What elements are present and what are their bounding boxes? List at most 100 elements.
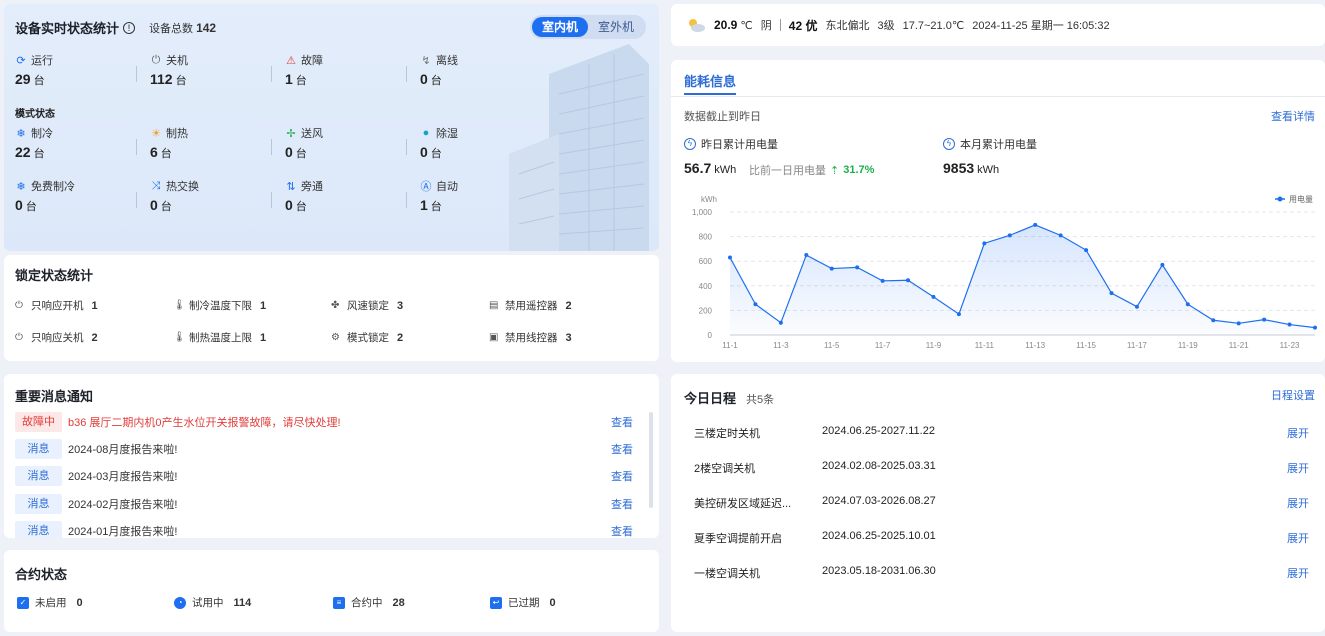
message-text: 2024-08月度报告来啦!	[68, 444, 178, 456]
stat-fault[interactable]: ⚠ 故障 1台	[271, 52, 405, 88]
device-total-value: 142	[196, 20, 217, 35]
contract-item[interactable]: ≡ 合约中 28	[333, 595, 405, 610]
message-row[interactable]: 消息 2024-08月度报告来啦! 查看	[15, 438, 649, 460]
lock-item[interactable]: ⏻ 只响应关机 2	[15, 330, 98, 345]
stat-label: 故障	[301, 55, 323, 67]
mode-heat[interactable]: ☀ 制热 6台	[136, 125, 270, 161]
kpi-month: ϟ 本月累计用电量	[943, 136, 1037, 152]
weather-temp-unit: ℃	[740, 20, 753, 32]
lock-item[interactable]: ⚙ 模式锁定 2	[331, 330, 403, 345]
view-link[interactable]: 查看	[611, 414, 633, 430]
tab-indicator	[684, 93, 736, 95]
view-details-link[interactable]: 查看详情	[1271, 108, 1315, 124]
tab-energy[interactable]: 能耗信息	[684, 71, 736, 90]
mode-bypass[interactable]: ⇅ 旁通 0台	[271, 178, 405, 214]
tab-indoor[interactable]: 室内机	[531, 17, 588, 37]
energy-line-chart: 0 200 400 600 800 1,000 kWh 用电量 11-1 11-3 11-5 11-7…	[692, 194, 1317, 350]
expand-button[interactable]: 展开	[1287, 530, 1309, 546]
contract-value: 28	[392, 596, 405, 609]
running-icon: ⟳	[16, 54, 26, 67]
mode-auto[interactable]: Ⓐ 自动 1台	[406, 178, 540, 214]
expand-button[interactable]: 展开	[1287, 495, 1309, 511]
stat-value: 112	[150, 71, 173, 87]
lock-title: 锁定状态统计	[15, 268, 94, 283]
mode-unit: 台	[33, 148, 45, 160]
status-badge: 消息	[15, 466, 62, 486]
expand-button[interactable]: 展开	[1287, 460, 1309, 476]
contract-item[interactable]: ◔ 试用中 114	[174, 595, 251, 610]
data-point	[1033, 222, 1038, 227]
legend-marker	[1277, 196, 1283, 202]
message-row[interactable]: 消息 2024-03月度报告来啦! 查看	[15, 465, 649, 487]
y-tick-label: 1,000	[692, 208, 713, 217]
mode-label: 制热	[166, 128, 188, 140]
message-row[interactable]: 故障中 b36 展厅二期内机0产生水位开关报警故障，请尽快处理! 查看	[15, 411, 649, 433]
mode-heat-exchange[interactable]: ⤨ 热交换 0台	[136, 178, 270, 214]
timer-icon: ◔	[174, 596, 186, 609]
contract-item[interactable]: ↩ 已过期 0	[490, 595, 556, 610]
weather-wind: 东北偏北	[825, 20, 870, 32]
lock-item[interactable]: ⏻ 只响应开机 1	[15, 298, 98, 313]
stat-label: 关机	[166, 55, 188, 67]
mode-dehumidify[interactable]: ● 除湿 0台	[406, 125, 540, 161]
lock-item[interactable]: ▣ 禁用线控器 3	[489, 330, 572, 345]
legend-label: 用电量	[1289, 194, 1313, 204]
mode-value: 0	[150, 197, 158, 213]
mode-label: 自动	[436, 181, 458, 193]
tab-outdoor[interactable]: 室外机	[588, 17, 644, 37]
mode-unit: 台	[160, 148, 172, 160]
message-row[interactable]: 消息 2024-01月度报告来啦! 查看	[15, 520, 649, 538]
contract-label: 试用中	[192, 597, 224, 609]
messages-card: 重要消息通知 故障中 b36 展厅二期内机0产生水位开关报警故障，请尽快处理! 查看…	[4, 374, 659, 538]
expand-button[interactable]: 展开	[1287, 565, 1309, 581]
x-tick-label: 11-7	[875, 341, 891, 350]
stat-offline[interactable]: ↯ 离线 0台	[406, 52, 540, 88]
view-link[interactable]: 查看	[611, 523, 633, 538]
divider	[671, 96, 1325, 97]
info-icon[interactable]: !	[123, 21, 136, 34]
stat-unit: 台	[175, 75, 187, 87]
lock-label: 只响应开机	[31, 300, 84, 312]
schedule-date: 2024.06.25-2027.11.22	[822, 425, 935, 437]
expand-button[interactable]: 展开	[1287, 425, 1309, 441]
scrollbar[interactable]	[649, 412, 653, 508]
mode-status-title: 模式状态	[15, 109, 55, 120]
mode-free-cool[interactable]: ❄ 免费制冷 0台	[15, 178, 135, 214]
schedule-card: 今日日程 共5条 日程设置 三楼定时关机 2024.06.25-2027.11.22…	[671, 374, 1325, 632]
contract-label: 已过期	[508, 597, 540, 609]
mode-fan[interactable]: ✢ 送风 0台	[271, 125, 405, 161]
lock-item[interactable]: ▤ 禁用遥控器 2	[489, 298, 572, 313]
mode-cool[interactable]: ❄ 制冷 22 台	[15, 125, 135, 161]
stat-off[interactable]: ⏻ 关机 112 台	[136, 52, 270, 88]
contract-value: 0	[76, 596, 83, 609]
x-tick-label: 11-21	[1229, 341, 1249, 350]
status-badge: 消息	[15, 521, 62, 538]
message-row[interactable]: 消息 2024-02月度报告来啦! 查看	[15, 493, 649, 515]
view-link[interactable]: 查看	[611, 468, 633, 484]
lock-item[interactable]: 🌡 制冷温度下限 1	[173, 298, 266, 313]
contract-item[interactable]: ✓ 未启用 0	[17, 595, 83, 610]
mode-label: 热交换	[166, 181, 199, 193]
status-badge: 消息	[15, 494, 62, 514]
lock-item[interactable]: ✤ 风速锁定 3	[331, 298, 403, 313]
lock-item[interactable]: 🌡 制热温度上限 1	[173, 330, 266, 345]
x-tick-label: 11-23	[1280, 341, 1300, 350]
data-point	[728, 255, 732, 260]
contract-value: 114	[233, 596, 252, 609]
view-link[interactable]: 查看	[611, 496, 633, 512]
kpi-yesterday-value: 56.7 kWh	[684, 160, 736, 176]
lock-label: 模式锁定	[347, 332, 389, 344]
schedule-settings-link[interactable]: 日程设置	[1271, 387, 1315, 403]
kpi-month-value: 9853 kWh	[943, 160, 999, 176]
mode-unit: 台	[295, 148, 307, 160]
view-link[interactable]: 查看	[611, 441, 633, 457]
unit-type-toggle: 室内机 室外机	[529, 15, 646, 39]
x-tick-label: 11-19	[1178, 341, 1198, 350]
warning-icon: ⚠	[286, 54, 296, 67]
data-point	[1160, 262, 1165, 267]
stat-running[interactable]: ⟳ 运行 29 台	[15, 52, 135, 88]
bypass-icon: ⇅	[286, 180, 296, 193]
lock-label: 只响应关机	[31, 332, 84, 344]
data-point	[1236, 321, 1241, 326]
contract-card: 合约状态 ✓ 未启用 0 ◔ 试用中 114 ≡ 合约中 28 ↩ 已过期 0	[4, 550, 659, 632]
